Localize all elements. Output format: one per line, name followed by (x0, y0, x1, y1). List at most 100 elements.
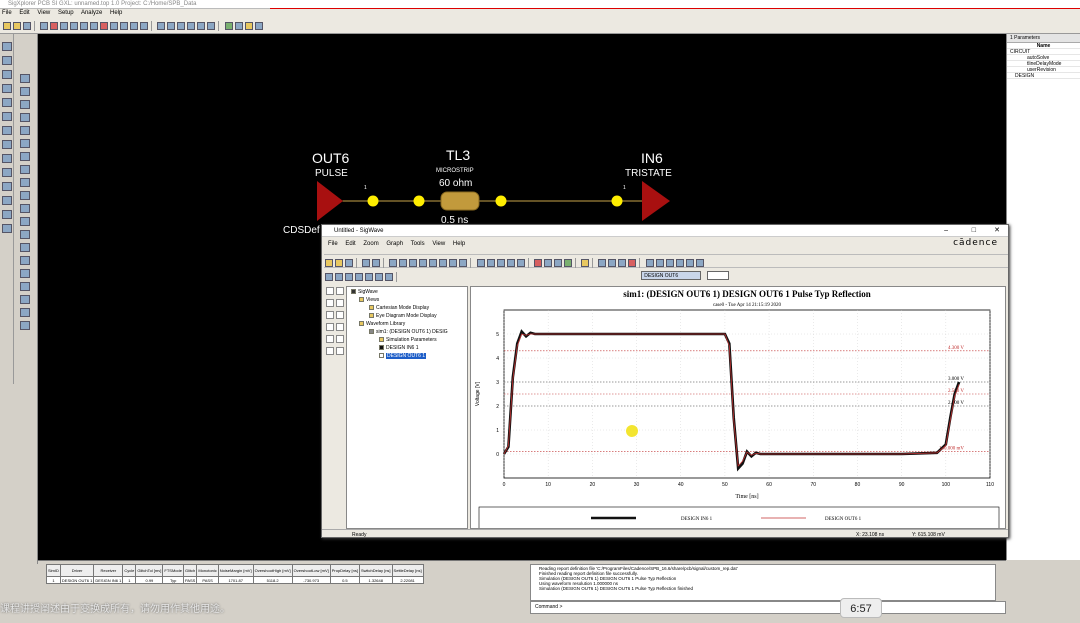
copy-icon[interactable] (60, 22, 69, 30)
zoom-in-icon[interactable] (389, 259, 398, 267)
palette-part-icon[interactable] (20, 295, 30, 304)
column-header[interactable]: NoiseMargin [mV] (217, 564, 254, 577)
palette-tool-icon[interactable] (2, 112, 12, 121)
open-icon[interactable] (335, 259, 343, 267)
square-icon[interactable] (675, 259, 684, 267)
palette-part-icon[interactable] (20, 87, 30, 96)
palette-part-icon[interactable] (20, 204, 30, 213)
report-icon[interactable] (234, 22, 243, 30)
palette-part-icon[interactable] (20, 256, 30, 265)
grid-icon[interactable] (543, 259, 552, 267)
command-input[interactable]: Command > (530, 601, 1006, 614)
palette-part-icon[interactable] (20, 321, 30, 330)
text-align-icon[interactable] (325, 273, 333, 281)
palette-part-icon[interactable] (20, 243, 30, 252)
copy-icon[interactable] (372, 259, 381, 267)
layer-icon[interactable] (365, 273, 373, 281)
sw-menu-view[interactable]: View (432, 241, 445, 247)
tree-item-views[interactable]: Views (359, 297, 379, 304)
flip-icon[interactable] (130, 22, 139, 30)
palette-part-icon[interactable] (20, 113, 30, 122)
sw-menu-file[interactable]: File (328, 241, 338, 247)
waveform-select[interactable]: DESIGN OUT6 (641, 271, 702, 280)
side-tool-6[interactable] (336, 311, 344, 319)
ph-mode-icon[interactable] (628, 259, 637, 267)
cursor-icon[interactable] (476, 259, 485, 267)
maximize-button[interactable]: □ (972, 225, 976, 237)
message-log[interactable]: Reading report definition file 'C:/Progr… (530, 564, 996, 601)
param-row[interactable]: DESIGN (1007, 73, 1080, 79)
minimize-button[interactable]: – (944, 225, 948, 237)
search-icon[interactable] (80, 22, 89, 30)
palette-part-icon[interactable] (20, 165, 30, 174)
palette-tool-icon[interactable] (2, 196, 12, 205)
help-icon[interactable] (581, 259, 590, 267)
zoom-out-icon[interactable] (177, 22, 186, 30)
sw-menu-tools[interactable]: Tools (411, 241, 425, 247)
properties-icon[interactable] (224, 22, 233, 30)
layout-icon[interactable] (355, 273, 363, 281)
tree-item-sigwave[interactable]: SigWave (351, 289, 378, 296)
transmission-line-symbol[interactable] (440, 191, 480, 211)
palette-tool-icon[interactable] (2, 154, 12, 163)
sw-menu-help[interactable]: Help (453, 241, 465, 247)
palette-part-icon[interactable] (20, 126, 30, 135)
zoom-x-icon[interactable] (409, 259, 418, 267)
rotate-icon[interactable] (110, 22, 119, 30)
tree-item-sim1[interactable]: sim1: (DESIGN OUT6 1) DESIG (369, 329, 448, 336)
zoom-fit-icon[interactable] (157, 22, 166, 30)
menu-edit[interactable]: Edit (19, 10, 29, 16)
driver-pin-node[interactable] (367, 195, 379, 207)
column-header[interactable]: Monotonic (196, 564, 219, 577)
receiver-pin-node[interactable] (611, 195, 623, 207)
measure-icon[interactable] (506, 259, 515, 267)
sw-menu-graph[interactable]: Graph (386, 241, 403, 247)
zoom-out-icon[interactable] (399, 259, 408, 267)
menu-file[interactable]: File (2, 10, 12, 16)
warning-icon[interactable] (695, 259, 704, 267)
pointer-icon[interactable] (40, 22, 49, 30)
side-tool-2[interactable] (336, 287, 344, 295)
sw-menu-zoom[interactable]: Zoom (363, 241, 378, 247)
column-header[interactable]: Receiver (93, 564, 124, 577)
close-button[interactable]: ✕ (994, 225, 1000, 237)
palette-tool-icon[interactable] (2, 70, 12, 79)
tree-item-design-out6[interactable]: DESIGN OUT6 1 (379, 353, 427, 360)
zoom-fit-icon[interactable] (429, 259, 438, 267)
waveform-select-2[interactable] (707, 271, 730, 280)
sw-menu-edit[interactable]: Edit (345, 241, 355, 247)
tile-icon[interactable] (533, 259, 542, 267)
indent-icon[interactable] (335, 273, 343, 281)
column-header[interactable]: SettleDelay [ns] (391, 564, 424, 577)
waveform-icon[interactable] (254, 22, 263, 30)
palette-part-icon[interactable] (20, 139, 30, 148)
palette-part-icon[interactable] (20, 269, 30, 278)
palette-tool-icon[interactable] (2, 126, 12, 135)
side-tool-10[interactable] (336, 335, 344, 343)
palette-part-icon[interactable] (20, 217, 30, 226)
column-header[interactable]: OvershootHigh [mV] (252, 564, 293, 577)
palette-tool-icon[interactable] (2, 210, 12, 219)
palette-part-icon[interactable] (20, 152, 30, 161)
triangle-icon[interactable] (655, 259, 664, 267)
column-header[interactable]: GlitchTol [mv] (135, 564, 164, 577)
align-icon[interactable] (140, 22, 149, 30)
open-folder-icon[interactable] (13, 22, 21, 30)
sigwave-window[interactable]: Untitled - SigWave – □ ✕ File Edit Zoom … (321, 224, 1009, 538)
move-icon[interactable] (496, 259, 505, 267)
table-icon[interactable] (553, 259, 562, 267)
column-header[interactable]: OvershootLow [mV] (291, 564, 331, 577)
column-header[interactable]: Glitch (182, 564, 198, 577)
palette-tool-icon[interactable] (2, 42, 12, 51)
side-tool-7[interactable] (326, 323, 334, 331)
tline-left-node[interactable] (413, 195, 425, 207)
column-header[interactable]: PropDelay [ns] (329, 564, 360, 577)
tree-item-eye-diagram[interactable]: Eye Diagram Mode Display (369, 313, 437, 320)
side-tool-12[interactable] (336, 347, 344, 355)
pen-icon[interactable] (645, 259, 654, 267)
menu-help[interactable]: Help (110, 10, 122, 16)
delete-icon[interactable] (100, 22, 109, 30)
palette-tool-icon[interactable] (2, 182, 12, 191)
side-tool-5[interactable] (326, 311, 334, 319)
diamond-icon[interactable] (665, 259, 674, 267)
